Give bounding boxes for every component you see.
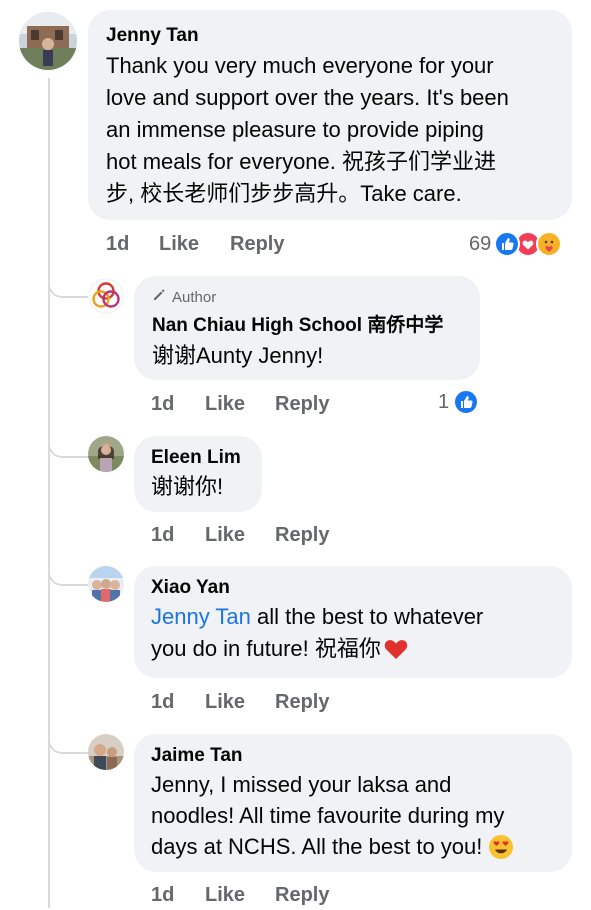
comment-text: Jenny, I missed your laksa and [151,772,452,797]
pencil-icon [152,288,166,308]
author-badge-label: Author [172,289,217,306]
comment-time[interactable]: 1d [151,524,205,547]
reply-connector [48,440,90,458]
comment-author[interactable]: Nan Chiau High School 南侨中学 [152,314,462,338]
comment-author[interactable]: Xiao Yan [151,576,555,600]
comment-text: 步, 校长老师们步步高升。Take care. [106,181,462,206]
like-reaction-icon [453,389,480,415]
reply-button[interactable]: Reply [275,691,329,714]
reply-connector [48,736,90,754]
author-badge: Author [152,288,462,308]
avatar-jenny-tan[interactable] [19,12,77,70]
reactions-summary[interactable]: 69 [469,230,563,258]
mention-link[interactable]: Jenny Tan [151,604,251,629]
comment-bubble: Jaime Tan Jenny, I missed your laksa and… [134,734,572,872]
comment-text: Thank you very much everyone for your [106,53,494,78]
comment-text: love and support over the years. It's be… [106,85,509,110]
red-heart-icon [383,637,409,661]
avatar-nan-chiau[interactable] [88,278,124,314]
comment-text: you do in future! 祝福你 [151,636,381,661]
comment-text: noodles! All time favourite during my [151,803,505,828]
comment-time[interactable]: 1d [151,691,205,714]
heart-eyes-emoji-icon [488,834,514,860]
like-button[interactable]: Like [205,884,275,907]
comment-time[interactable]: 1d [106,233,159,256]
comment-author[interactable]: Eleen Lim [151,446,245,470]
like-button[interactable]: Like [205,524,275,547]
comment-author[interactable]: Jenny Tan [106,24,554,48]
reply-button[interactable]: Reply [275,393,329,416]
like-button[interactable]: Like [205,691,275,714]
comment-time[interactable]: 1d [151,393,205,416]
reply-button[interactable]: Reply [275,884,329,907]
reply-button[interactable]: Reply [230,233,284,256]
avatar-jaime-tan[interactable] [88,734,124,770]
comment-time[interactable]: 1d [151,884,205,907]
comment-author[interactable]: Jaime Tan [151,744,555,768]
care-reaction-icon [536,231,563,257]
reaction-count: 69 [469,232,492,255]
reaction-count: 1 [438,390,450,413]
like-reaction-icon [494,231,521,257]
comment-bubble: Eleen Lim 谢谢你! [134,436,262,512]
reply-connector [48,280,90,298]
comment-bubble: Author Nan Chiau High School 南侨中学 谢谢Aunt… [134,276,480,380]
comment-text: hot meals for everyone. 祝孩子们学业进 [106,149,497,174]
comment-text: all the best to whatever [250,604,484,629]
like-button[interactable]: Like [205,393,275,416]
comment-text: days at NCHS. All the best to you! [151,834,483,859]
comment-text: 谢谢Aunty Jenny! [152,343,324,368]
comment-text: 谢谢你! [151,474,224,499]
reactions-summary[interactable]: 1 [438,388,480,416]
reply-button[interactable]: Reply [275,524,329,547]
avatar-eleen-lim[interactable] [88,436,124,472]
comment-text: an immense pleasure to provide piping [106,117,484,142]
comment-bubble: Xiao Yan Jenny Tan all the best to whate… [134,566,572,678]
avatar-xiao-yan[interactable] [88,566,124,602]
like-button[interactable]: Like [159,233,230,256]
comment-bubble: Jenny Tan Thank you very much everyone f… [88,10,572,220]
thread-line [48,78,50,908]
reply-connector [48,568,90,586]
